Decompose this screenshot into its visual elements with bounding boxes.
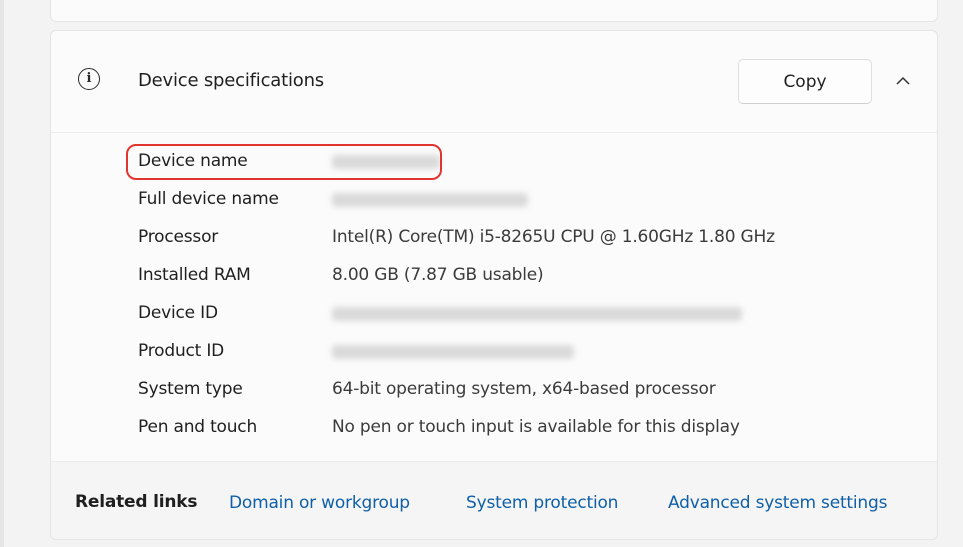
spec-label: Installed RAM xyxy=(138,265,251,285)
chevron-up-icon[interactable] xyxy=(894,74,912,88)
related-links-title: Related links xyxy=(75,492,198,512)
device-specifications-header[interactable]: i Device specifications Copy xyxy=(51,31,937,133)
spec-label: Device ID xyxy=(138,303,218,323)
spec-value: 64-bit operating system, x64-based proce… xyxy=(332,379,716,399)
spec-row-device-name: Device name xyxy=(51,143,937,181)
redacted-value xyxy=(332,307,742,321)
spec-label: Device name xyxy=(138,151,248,171)
spec-label: Full device name xyxy=(138,189,279,209)
spec-row-processor: Processor Intel(R) Core(TM) i5-8265U CPU… xyxy=(51,219,937,257)
device-specifications-card: i Device specifications Copy Device name… xyxy=(50,30,938,540)
redacted-value xyxy=(332,193,528,207)
info-icon: i xyxy=(78,68,100,90)
spec-label: Processor xyxy=(138,227,219,247)
spec-value: No pen or touch input is available for t… xyxy=(332,417,740,437)
spec-row-pen-and-touch: Pen and touch No pen or touch input is a… xyxy=(51,409,937,447)
domain-or-workgroup-link[interactable]: Domain or workgroup xyxy=(229,493,410,513)
spec-value: 8.00 GB (7.87 GB usable) xyxy=(332,265,544,285)
previous-card xyxy=(50,0,938,22)
section-title: Device specifications xyxy=(138,70,324,91)
spec-label: Pen and touch xyxy=(138,417,258,437)
spec-value: Intel(R) Core(TM) i5-8265U CPU @ 1.60GHz… xyxy=(332,227,775,247)
spec-row-system-type: System type 64-bit operating system, x64… xyxy=(51,371,937,409)
copy-button[interactable]: Copy xyxy=(738,59,872,104)
spec-label: System type xyxy=(138,379,243,399)
window-edge xyxy=(0,0,4,547)
spec-row-product-id: Product ID xyxy=(51,333,937,371)
advanced-system-settings-link[interactable]: Advanced system settings xyxy=(668,493,887,513)
spec-row-full-device-name: Full device name xyxy=(51,181,937,219)
spec-row-installed-ram: Installed RAM 8.00 GB (7.87 GB usable) xyxy=(51,257,937,295)
redacted-value xyxy=(332,155,440,169)
spec-row-device-id: Device ID xyxy=(51,295,937,333)
redacted-value xyxy=(332,345,574,359)
related-links-bar: Related links Domain or workgroup System… xyxy=(51,461,937,539)
system-protection-link[interactable]: System protection xyxy=(466,493,618,513)
spec-label: Product ID xyxy=(138,341,225,361)
